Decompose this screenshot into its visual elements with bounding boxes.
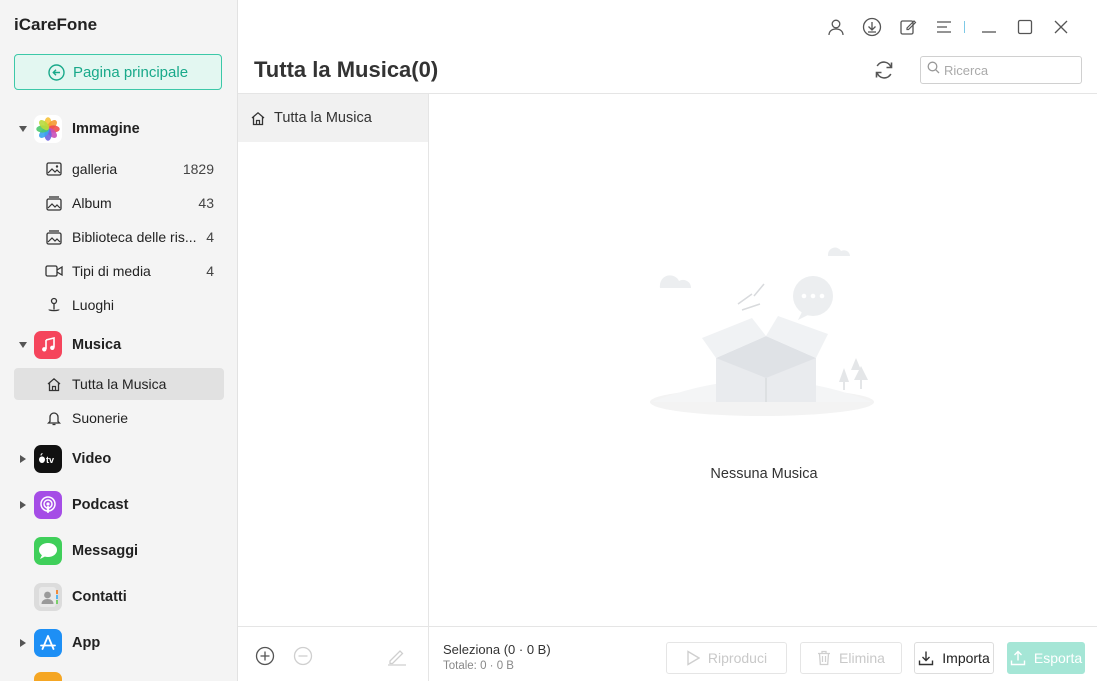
music-icon <box>34 331 62 359</box>
collapse-arrow-icon[interactable] <box>19 501 27 509</box>
bell-icon <box>45 409 63 427</box>
play-button[interactable]: Riproduci <box>666 642 787 674</box>
remove-playlist-icon[interactable] <box>292 645 314 667</box>
home-button-label: Pagina principale <box>72 63 189 81</box>
play-icon <box>686 650 700 666</box>
empty-box-illustration <box>642 230 882 420</box>
import-icon <box>918 650 934 666</box>
category-app[interactable]: App <box>0 625 238 661</box>
appstore-icon <box>34 629 62 657</box>
close-icon[interactable] <box>1049 15 1073 39</box>
category-label: Messaggi <box>72 543 139 559</box>
playlist-item-all[interactable]: Tutta la Musica <box>238 94 428 142</box>
sidebar-item-biblioteca[interactable]: Biblioteca delle ris... 4 <box>14 221 224 253</box>
add-playlist-icon[interactable] <box>254 645 276 667</box>
export-icon <box>1010 650 1026 666</box>
search-box[interactable] <box>920 56 1082 84</box>
empty-state-text: Nessuna Musica <box>710 466 818 482</box>
item-count: 1829 <box>182 161 214 177</box>
export-button-label: Esporta <box>1033 650 1083 666</box>
location-pin-icon <box>45 296 63 314</box>
item-count: 43 <box>198 195 214 211</box>
home-button[interactable]: Pagina principale <box>14 54 222 90</box>
category-label: Contatti <box>72 589 127 605</box>
sidebar-item-suonerie[interactable]: Suonerie <box>14 402 224 434</box>
playlist-panel: Tutta la Musica <box>238 94 429 681</box>
expand-arrow-icon[interactable] <box>19 341 27 349</box>
category-label: Immagine <box>72 121 140 137</box>
search-input[interactable] <box>944 62 1074 78</box>
sidebar-item-label: Biblioteca delle ris... <box>72 229 197 245</box>
sidebar-item-label: galleria <box>72 161 118 177</box>
category-musica[interactable]: Musica <box>0 327 238 363</box>
podcast-icon <box>34 491 62 519</box>
action-bar: Seleziona (0 · 0 B) Totale: 0 · 0 B Ripr… <box>429 626 1097 681</box>
messages-icon <box>34 537 62 565</box>
next-category-icon <box>34 672 62 681</box>
playlist-item-label: Tutta la Musica <box>274 110 372 126</box>
delete-button-label: Elimina <box>839 650 885 666</box>
home-icon <box>250 111 266 126</box>
account-icon[interactable] <box>824 15 848 39</box>
refresh-icon[interactable] <box>872 58 896 82</box>
page-title: Tutta la Musica(0) <box>254 57 439 82</box>
maximize-icon[interactable] <box>1013 15 1037 39</box>
trash-icon <box>817 650 831 666</box>
collapse-arrow-icon[interactable] <box>19 639 27 647</box>
export-button[interactable]: Esporta <box>1007 642 1085 674</box>
import-button[interactable]: Importa <box>914 642 994 674</box>
selection-summary: Seleziona (0 · 0 B) <box>443 642 551 657</box>
playlist-footer <box>238 626 428 681</box>
back-circle-icon <box>48 63 65 81</box>
item-count: 4 <box>206 229 214 245</box>
app-title: iCareFone <box>14 15 98 34</box>
svg-text:tv: tv <box>46 455 54 465</box>
sidebar-item-label: Luoghi <box>72 297 115 313</box>
sidebar-item-album[interactable]: Album 43 <box>14 187 224 219</box>
category-podcast[interactable]: Podcast <box>0 487 238 523</box>
feedback-edit-icon[interactable] <box>896 15 920 39</box>
total-summary: Totale: 0 · 0 B <box>443 660 514 672</box>
search-icon <box>927 61 940 79</box>
category-label: Video <box>72 451 112 467</box>
library-icon <box>45 228 63 246</box>
collapse-arrow-icon[interactable] <box>19 455 27 463</box>
category-immagine[interactable]: Immagine <box>0 111 238 147</box>
home-icon <box>45 375 63 393</box>
minimize-icon[interactable] <box>977 15 1001 39</box>
sidebar-item-label: Suonerie <box>72 410 129 426</box>
category-messaggi[interactable]: Messaggi <box>0 533 238 569</box>
sidebar: iCareFone Pagina principale Immagine gal… <box>0 0 238 681</box>
album-icon <box>45 194 63 212</box>
expand-arrow-icon[interactable] <box>19 125 27 133</box>
image-icon <box>45 160 63 178</box>
contacts-icon <box>34 583 62 611</box>
delete-button[interactable]: Elimina <box>800 642 902 674</box>
category-label: Musica <box>72 337 122 353</box>
category-contatti[interactable]: Contatti <box>0 579 238 615</box>
sidebar-item-tipi-media[interactable]: Tipi di media 4 <box>14 255 224 287</box>
video-camera-icon <box>45 262 63 280</box>
category-label: Podcast <box>72 497 129 513</box>
toolbar-divider <box>964 21 965 33</box>
tv-icon: tv <box>34 445 62 473</box>
window-toolbar <box>812 15 1073 39</box>
sidebar-item-luoghi[interactable]: Luoghi <box>14 289 224 321</box>
sidebar-item-label: Tutta la Musica <box>72 376 167 392</box>
item-count: 4 <box>206 263 214 279</box>
photos-icon <box>34 115 62 143</box>
menu-icon[interactable] <box>932 15 956 39</box>
sidebar-item-galleria[interactable]: galleria 1829 <box>14 153 224 185</box>
sidebar-item-label: Album <box>72 195 112 211</box>
category-label: App <box>72 635 101 651</box>
play-button-label: Riproduci <box>707 650 768 666</box>
rename-playlist-icon[interactable] <box>386 645 408 667</box>
import-button-label: Importa <box>942 650 990 666</box>
sidebar-item-tutta-la-musica[interactable]: Tutta la Musica <box>14 368 224 400</box>
download-icon[interactable] <box>860 15 884 39</box>
sidebar-item-label: Tipi di media <box>72 263 151 279</box>
category-video[interactable]: tv Video <box>0 441 238 477</box>
